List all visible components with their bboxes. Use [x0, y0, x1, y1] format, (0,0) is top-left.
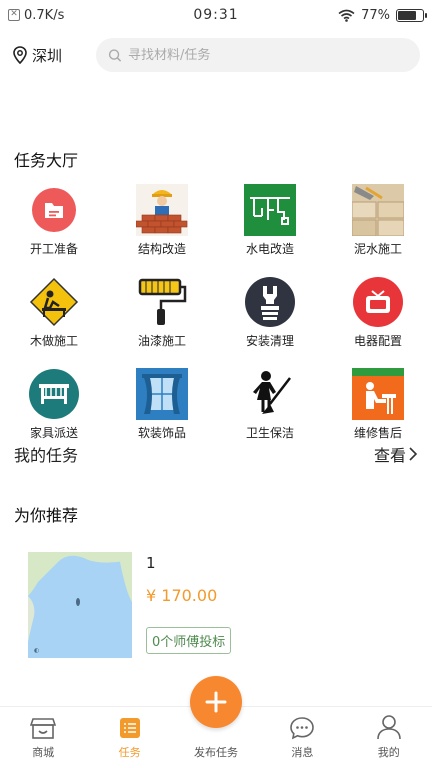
paint-roller-icon — [136, 276, 188, 328]
status-right: 77% — [274, 7, 427, 23]
publish-task-button[interactable] — [190, 676, 242, 728]
battery-fill — [398, 10, 417, 20]
task-item-install[interactable]: 安装清理 — [216, 276, 324, 368]
repair-worker-icon — [352, 368, 404, 420]
task-item-label: 维修售后 — [353, 426, 402, 440]
task-item-label: 泥水施工 — [353, 242, 402, 256]
recommend-card[interactable]: ◐ 1 ¥ 170.00 0个师傅投标 — [28, 552, 408, 658]
task-item-carpentry[interactable]: 木做施工 — [0, 276, 108, 368]
svg-text:◐: ◐ — [34, 647, 39, 654]
task-item-structure[interactable]: 结构改造 — [108, 184, 216, 276]
store-icon — [30, 718, 57, 739]
my-tasks-title: 我的任务 — [14, 446, 79, 465]
tab-profile[interactable]: 我的 — [346, 707, 432, 768]
battery-percent: 77% — [361, 7, 390, 23]
card-title: 1 — [146, 554, 156, 572]
recommend-title: 为你推荐 — [14, 506, 79, 525]
task-item-label: 结构改造 — [137, 242, 186, 256]
task-item-painting[interactable]: 油漆施工 — [108, 276, 216, 368]
carpentry-warning-icon — [28, 276, 80, 328]
my-tasks-row: 我的任务 查看 — [14, 442, 418, 466]
tiling-icon — [352, 184, 404, 236]
wifi-icon — [338, 9, 355, 22]
task-item-plumbing[interactable]: 水电改造 — [216, 184, 324, 276]
tab-label: 消息 — [291, 746, 314, 759]
task-item-tiling[interactable]: 泥水施工 — [324, 184, 432, 276]
status-time: 09:31 — [193, 7, 239, 23]
curtain-window-icon — [136, 368, 188, 420]
location-selector[interactable]: 深圳 — [12, 45, 96, 66]
location-pin-icon — [13, 46, 27, 64]
card-price: ¥ 170.00 — [146, 586, 218, 605]
task-item-prep[interactable]: 开工准备 — [0, 184, 108, 276]
tab-messages[interactable]: 消息 — [259, 707, 345, 768]
cleaning-woman-icon — [244, 368, 296, 420]
task-item-label: 开工准备 — [29, 242, 78, 256]
search-icon — [108, 48, 122, 62]
task-item-label: 电器配置 — [353, 334, 402, 348]
tab-label: 任务 — [118, 746, 141, 759]
task-hall-title: 任务大厅 — [14, 151, 79, 170]
furniture-delivery-icon — [28, 368, 80, 420]
message-icon — [290, 717, 315, 740]
view-my-tasks-link[interactable]: 查看 — [374, 442, 418, 466]
status-bar: ✕ 0.7K/s 09:31 77% — [0, 0, 432, 30]
card-info: 1 ¥ 170.00 0个师傅投标 — [146, 552, 232, 658]
plumbing-icon — [244, 184, 296, 236]
status-left: ✕ 0.7K/s — [8, 8, 158, 23]
network-speed: 0.7K/s — [24, 7, 65, 23]
notification-icon: ✕ — [8, 9, 20, 21]
user-icon — [376, 715, 401, 740]
bricklayer-icon — [136, 184, 188, 236]
task-item-label: 油漆施工 — [137, 334, 186, 348]
battery-icon — [396, 8, 427, 22]
task-item-label: 安装清理 — [245, 334, 294, 348]
task-hall-grid: 开工准备 结构改造 水电改造 泥水施工 木做施工 油漆施工 安装清理 电器配置 … — [0, 184, 432, 460]
map-thumbnail: ◐ — [28, 552, 132, 658]
location-label: 深圳 — [32, 46, 63, 65]
search-input[interactable] — [128, 47, 408, 63]
view-label: 查看 — [373, 446, 406, 465]
tv-icon — [352, 276, 404, 328]
task-item-label: 软装饰品 — [137, 426, 186, 440]
tab-label: 商城 — [32, 746, 55, 759]
tab-tasks[interactable]: 任务 — [86, 707, 172, 768]
task-item-label: 家具派送 — [29, 426, 78, 440]
folder-icon — [28, 184, 80, 236]
tab-label: 我的 — [377, 746, 400, 759]
chevron-right-icon — [409, 447, 418, 461]
task-list-icon — [119, 718, 140, 738]
task-item-label: 卫生保洁 — [245, 426, 294, 440]
task-item-appliance[interactable]: 电器配置 — [324, 276, 432, 368]
search-bar[interactable] — [96, 38, 420, 72]
plus-icon — [205, 691, 227, 713]
header: 深圳 — [0, 34, 432, 76]
tab-store[interactable]: 商城 — [0, 707, 86, 768]
installation-hand-icon — [244, 276, 296, 328]
task-item-label: 木做施工 — [29, 334, 78, 348]
task-item-label: 水电改造 — [245, 242, 294, 256]
tab-label: 发布任务 — [193, 746, 238, 759]
bid-count-badge: 0个师傅投标 — [146, 627, 232, 654]
